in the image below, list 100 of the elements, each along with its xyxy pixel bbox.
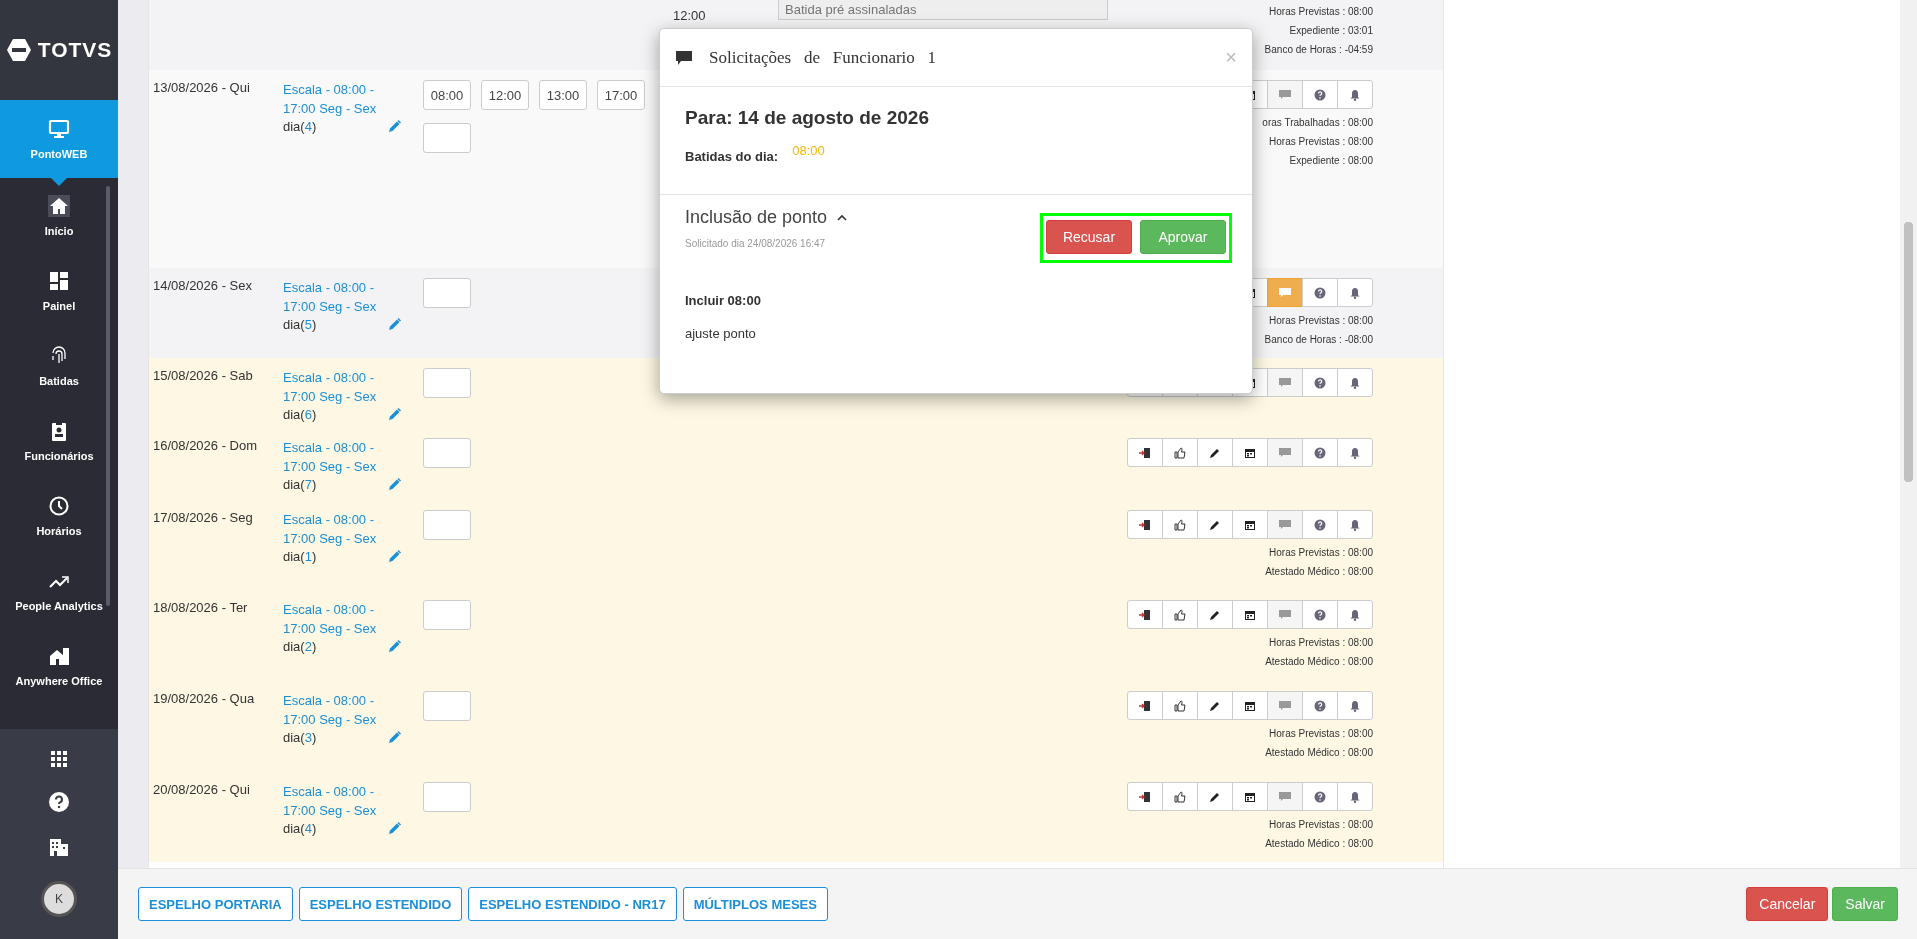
approve-button[interactable]: Aprovar	[1140, 220, 1226, 254]
close-button[interactable]: ×	[1225, 46, 1237, 69]
user-avatar[interactable]: K	[41, 881, 77, 917]
sidebar-item[interactable]: Início	[0, 178, 118, 253]
notification-button[interactable]	[1337, 782, 1373, 811]
logo-icon	[5, 37, 32, 63]
sidebar-item[interactable]: Funcionários	[0, 403, 118, 478]
sidebar-item[interactable]: Anywhere Office	[0, 628, 118, 703]
schedule-link[interactable]: Escala - 08:00 - 17:00 Seg - Sex	[283, 691, 383, 729]
help-icon	[1314, 790, 1326, 803]
like-button[interactable]	[1162, 600, 1198, 629]
comment-icon	[1279, 518, 1291, 531]
schedule-link[interactable]: Escala - 08:00 - 17:00 Seg - Sex	[283, 278, 383, 316]
notification-button[interactable]	[1337, 368, 1373, 397]
help-button[interactable]	[1302, 600, 1338, 629]
like-button[interactable]	[1162, 782, 1198, 811]
schedule-link[interactable]: Escala - 08:00 - 17:00 Seg - Sex	[283, 80, 383, 118]
punch-field[interactable]	[423, 510, 471, 540]
reject-button[interactable]: Recusar	[1046, 220, 1132, 254]
edit-icon[interactable]	[388, 731, 401, 744]
schedule-link[interactable]: Escala - 08:00 - 17:00 Seg - Sex	[283, 368, 383, 406]
comment-button[interactable]	[1267, 368, 1303, 397]
exit-button[interactable]	[1127, 438, 1163, 467]
edit-icon[interactable]	[388, 550, 401, 563]
help-button[interactable]	[1302, 691, 1338, 720]
thumbs-up-icon	[1174, 790, 1186, 803]
like-button[interactable]	[1162, 510, 1198, 539]
notification-button[interactable]	[1337, 80, 1373, 109]
comment-button[interactable]	[1267, 80, 1303, 109]
exit-button[interactable]	[1127, 510, 1163, 539]
calendar-button[interactable]	[1232, 691, 1268, 720]
edit-icon[interactable]	[388, 478, 401, 491]
report-button[interactable]: ESPELHO PORTARIA	[138, 887, 293, 921]
help-button[interactable]	[1302, 278, 1338, 307]
sidebar-item[interactable]: People Analytics	[0, 553, 118, 628]
help-icon[interactable]	[48, 791, 70, 813]
summary-line: oras Trabalhadas : 08:00	[1262, 116, 1373, 130]
help-button[interactable]	[1302, 80, 1338, 109]
notification-button[interactable]	[1337, 278, 1373, 307]
punch-field[interactable]	[423, 368, 471, 398]
edit-icon[interactable]	[388, 318, 401, 331]
schedule-link[interactable]: Escala - 08:00 - 17:00 Seg - Sex	[283, 782, 383, 820]
notification-button[interactable]	[1337, 438, 1373, 467]
punch-field[interactable]: 12:00	[481, 80, 529, 110]
report-button[interactable]: ESPELHO ESTENDIDO - NR17	[468, 887, 677, 921]
section-toggle[interactable]: Inclusão de ponto	[685, 207, 848, 228]
dialog-title: Solicitações de Funcionario 1	[709, 47, 937, 68]
comment-icon	[675, 49, 693, 66]
notification-button[interactable]	[1337, 510, 1373, 539]
calendar-button[interactable]	[1232, 510, 1268, 539]
punch-field[interactable]: 13:00	[539, 80, 587, 110]
notification-button[interactable]	[1337, 691, 1373, 720]
scrollbar[interactable]	[106, 186, 110, 606]
bell-icon	[1349, 286, 1361, 299]
calendar-button[interactable]	[1232, 438, 1268, 467]
like-button[interactable]	[1162, 438, 1198, 467]
edit-icon[interactable]	[388, 822, 401, 835]
summary-line: Atestado Médico : 08:00	[1265, 655, 1373, 669]
help-button[interactable]	[1302, 510, 1338, 539]
exit-button[interactable]	[1127, 600, 1163, 629]
punch-field[interactable]	[423, 123, 471, 153]
punch-field[interactable]	[423, 691, 471, 721]
apps-grid-icon[interactable]	[51, 751, 67, 767]
cancel-button[interactable]: Cancelar	[1746, 887, 1829, 921]
pencil-icon	[1209, 608, 1221, 621]
batida-field[interactable]: Batida pré assinaladas	[778, 0, 1108, 20]
calendar-button[interactable]	[1232, 600, 1268, 629]
sidebar-item[interactable]: Horários	[0, 478, 118, 553]
help-button[interactable]	[1302, 438, 1338, 467]
schedule-link[interactable]: Escala - 08:00 - 17:00 Seg - Sex	[283, 600, 383, 638]
help-icon	[1314, 286, 1326, 299]
edit-icon[interactable]	[388, 120, 401, 133]
exit-button[interactable]	[1127, 782, 1163, 811]
schedule-link[interactable]: Escala - 08:00 - 17:00 Seg - Sex	[283, 438, 383, 476]
exit-button[interactable]	[1127, 691, 1163, 720]
report-button[interactable]: ESPELHO ESTENDIDO	[298, 887, 463, 921]
punch-field[interactable]	[423, 600, 471, 630]
schedule-link[interactable]: Escala - 08:00 - 17:00 Seg - Sex	[283, 510, 383, 548]
save-button[interactable]: Salvar	[1832, 887, 1898, 921]
punch-field[interactable]: 08:00	[423, 80, 471, 110]
like-button[interactable]	[1162, 691, 1198, 720]
edit-icon[interactable]	[388, 640, 401, 653]
sidebar-item[interactable]: Painel	[0, 253, 118, 328]
help-icon	[1314, 446, 1326, 459]
punch-field[interactable]	[423, 278, 471, 308]
scrollbar-thumb[interactable]	[1904, 222, 1913, 482]
sidebar-item[interactable]: Batidas	[0, 328, 118, 403]
edit-icon[interactable]	[388, 408, 401, 421]
report-button[interactable]: MÚLTIPLOS MESES	[682, 887, 828, 921]
punch-field[interactable]	[423, 782, 471, 812]
thumbs-up-icon	[1174, 608, 1186, 621]
help-button[interactable]	[1302, 368, 1338, 397]
exit-icon	[1139, 446, 1151, 459]
calendar-button[interactable]	[1232, 782, 1268, 811]
help-button[interactable]	[1302, 782, 1338, 811]
punch-field[interactable]	[423, 438, 471, 468]
request-note: ajuste ponto	[685, 326, 757, 341]
notification-button[interactable]	[1337, 600, 1373, 629]
punch-field[interactable]: 17:00	[597, 80, 645, 110]
building-icon[interactable]	[49, 837, 69, 857]
